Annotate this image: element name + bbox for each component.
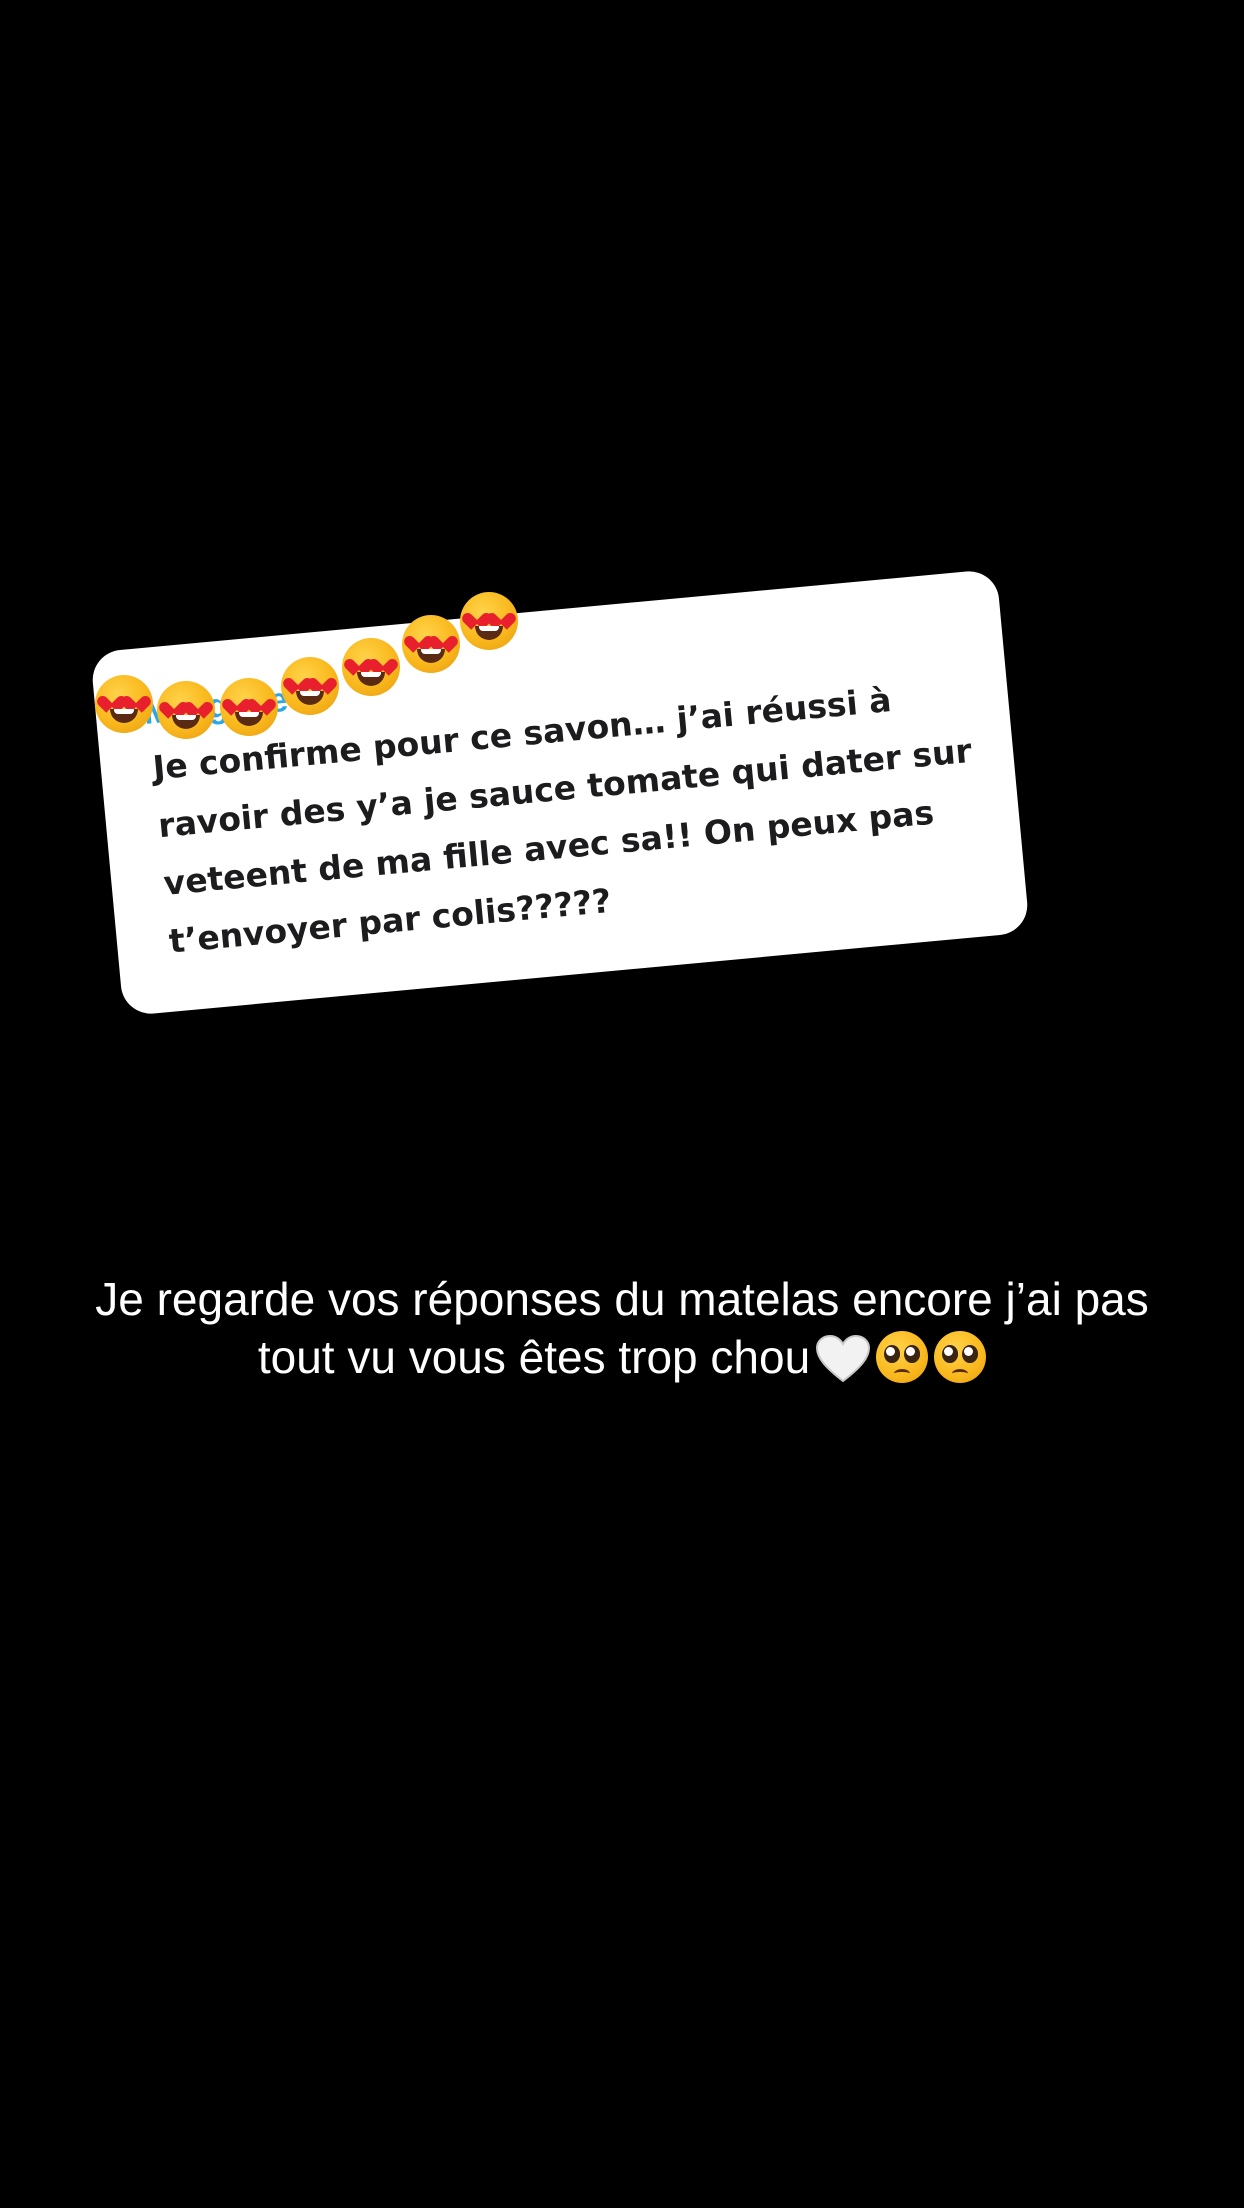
story-view: Morgane Je confirme pour ce savon… j’ai … [0, 0, 1244, 2208]
heart-eyes-emoji [460, 592, 518, 650]
caption-text: Je regarde vos réponses du matelas encor… [95, 1273, 1149, 1383]
heart-eyes-emoji [95, 675, 153, 733]
heart-eyes-emoji [157, 681, 215, 739]
reply-card: Morgane Je confirme pour ce savon… j’ai … [90, 568, 1030, 1017]
pleading-face-emoji [876, 1331, 929, 1383]
heart-eyes-emoji [402, 615, 460, 673]
white-heart-icon [816, 1334, 871, 1383]
heart-eyes-emoji [281, 657, 339, 715]
pleading-face-emoji [934, 1331, 987, 1383]
story-caption: Je regarde vos réponses du matelas encor… [0, 1270, 1244, 1386]
heart-eyes-emoji [220, 678, 278, 736]
heart-eyes-emoji [342, 638, 400, 696]
